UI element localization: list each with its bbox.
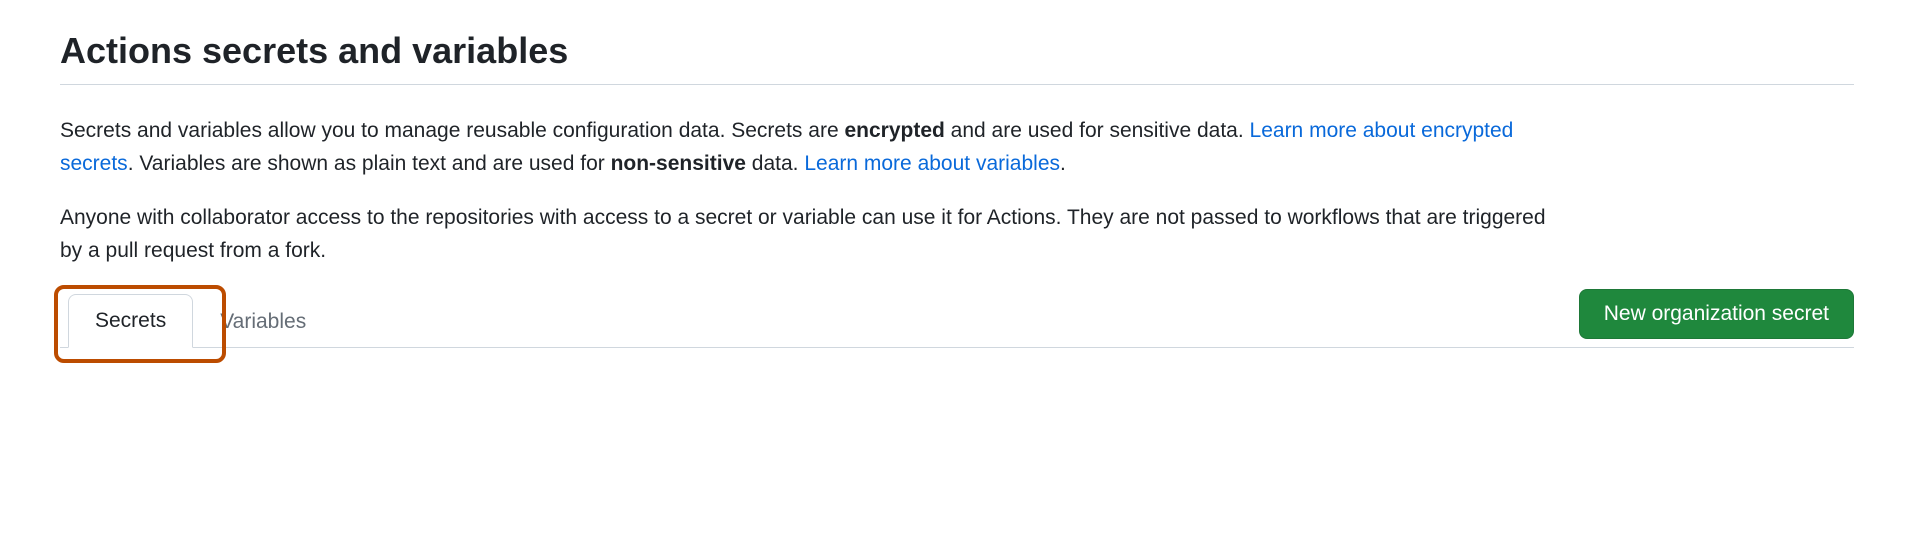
tab-variables[interactable]: Variables (193, 295, 333, 348)
new-organization-secret-button[interactable]: New organization secret (1579, 289, 1854, 339)
desc-bold-encrypted: encrypted (844, 119, 944, 142)
desc-text: Secrets and variables allow you to manag… (60, 119, 844, 142)
tab-row: Secrets Variables New organization secre… (60, 289, 1854, 348)
page-title: Actions secrets and variables (60, 30, 1854, 85)
tabs-container: Secrets Variables (60, 293, 333, 347)
description-paragraph-1: Secrets and variables allow you to manag… (60, 115, 1560, 180)
desc-text: data. (746, 152, 804, 175)
description-paragraph-2: Anyone with collaborator access to the r… (60, 202, 1560, 267)
desc-bold-nonsensitive: non-sensitive (611, 152, 746, 175)
description-section: Secrets and variables allow you to manag… (60, 115, 1560, 267)
learn-more-variables-link[interactable]: Learn more about variables (804, 152, 1060, 175)
tab-secrets[interactable]: Secrets (68, 294, 193, 348)
desc-text: . (1060, 152, 1066, 175)
desc-text: . Variables are shown as plain text and … (128, 152, 611, 175)
desc-text: and are used for sensitive data. (945, 119, 1250, 142)
